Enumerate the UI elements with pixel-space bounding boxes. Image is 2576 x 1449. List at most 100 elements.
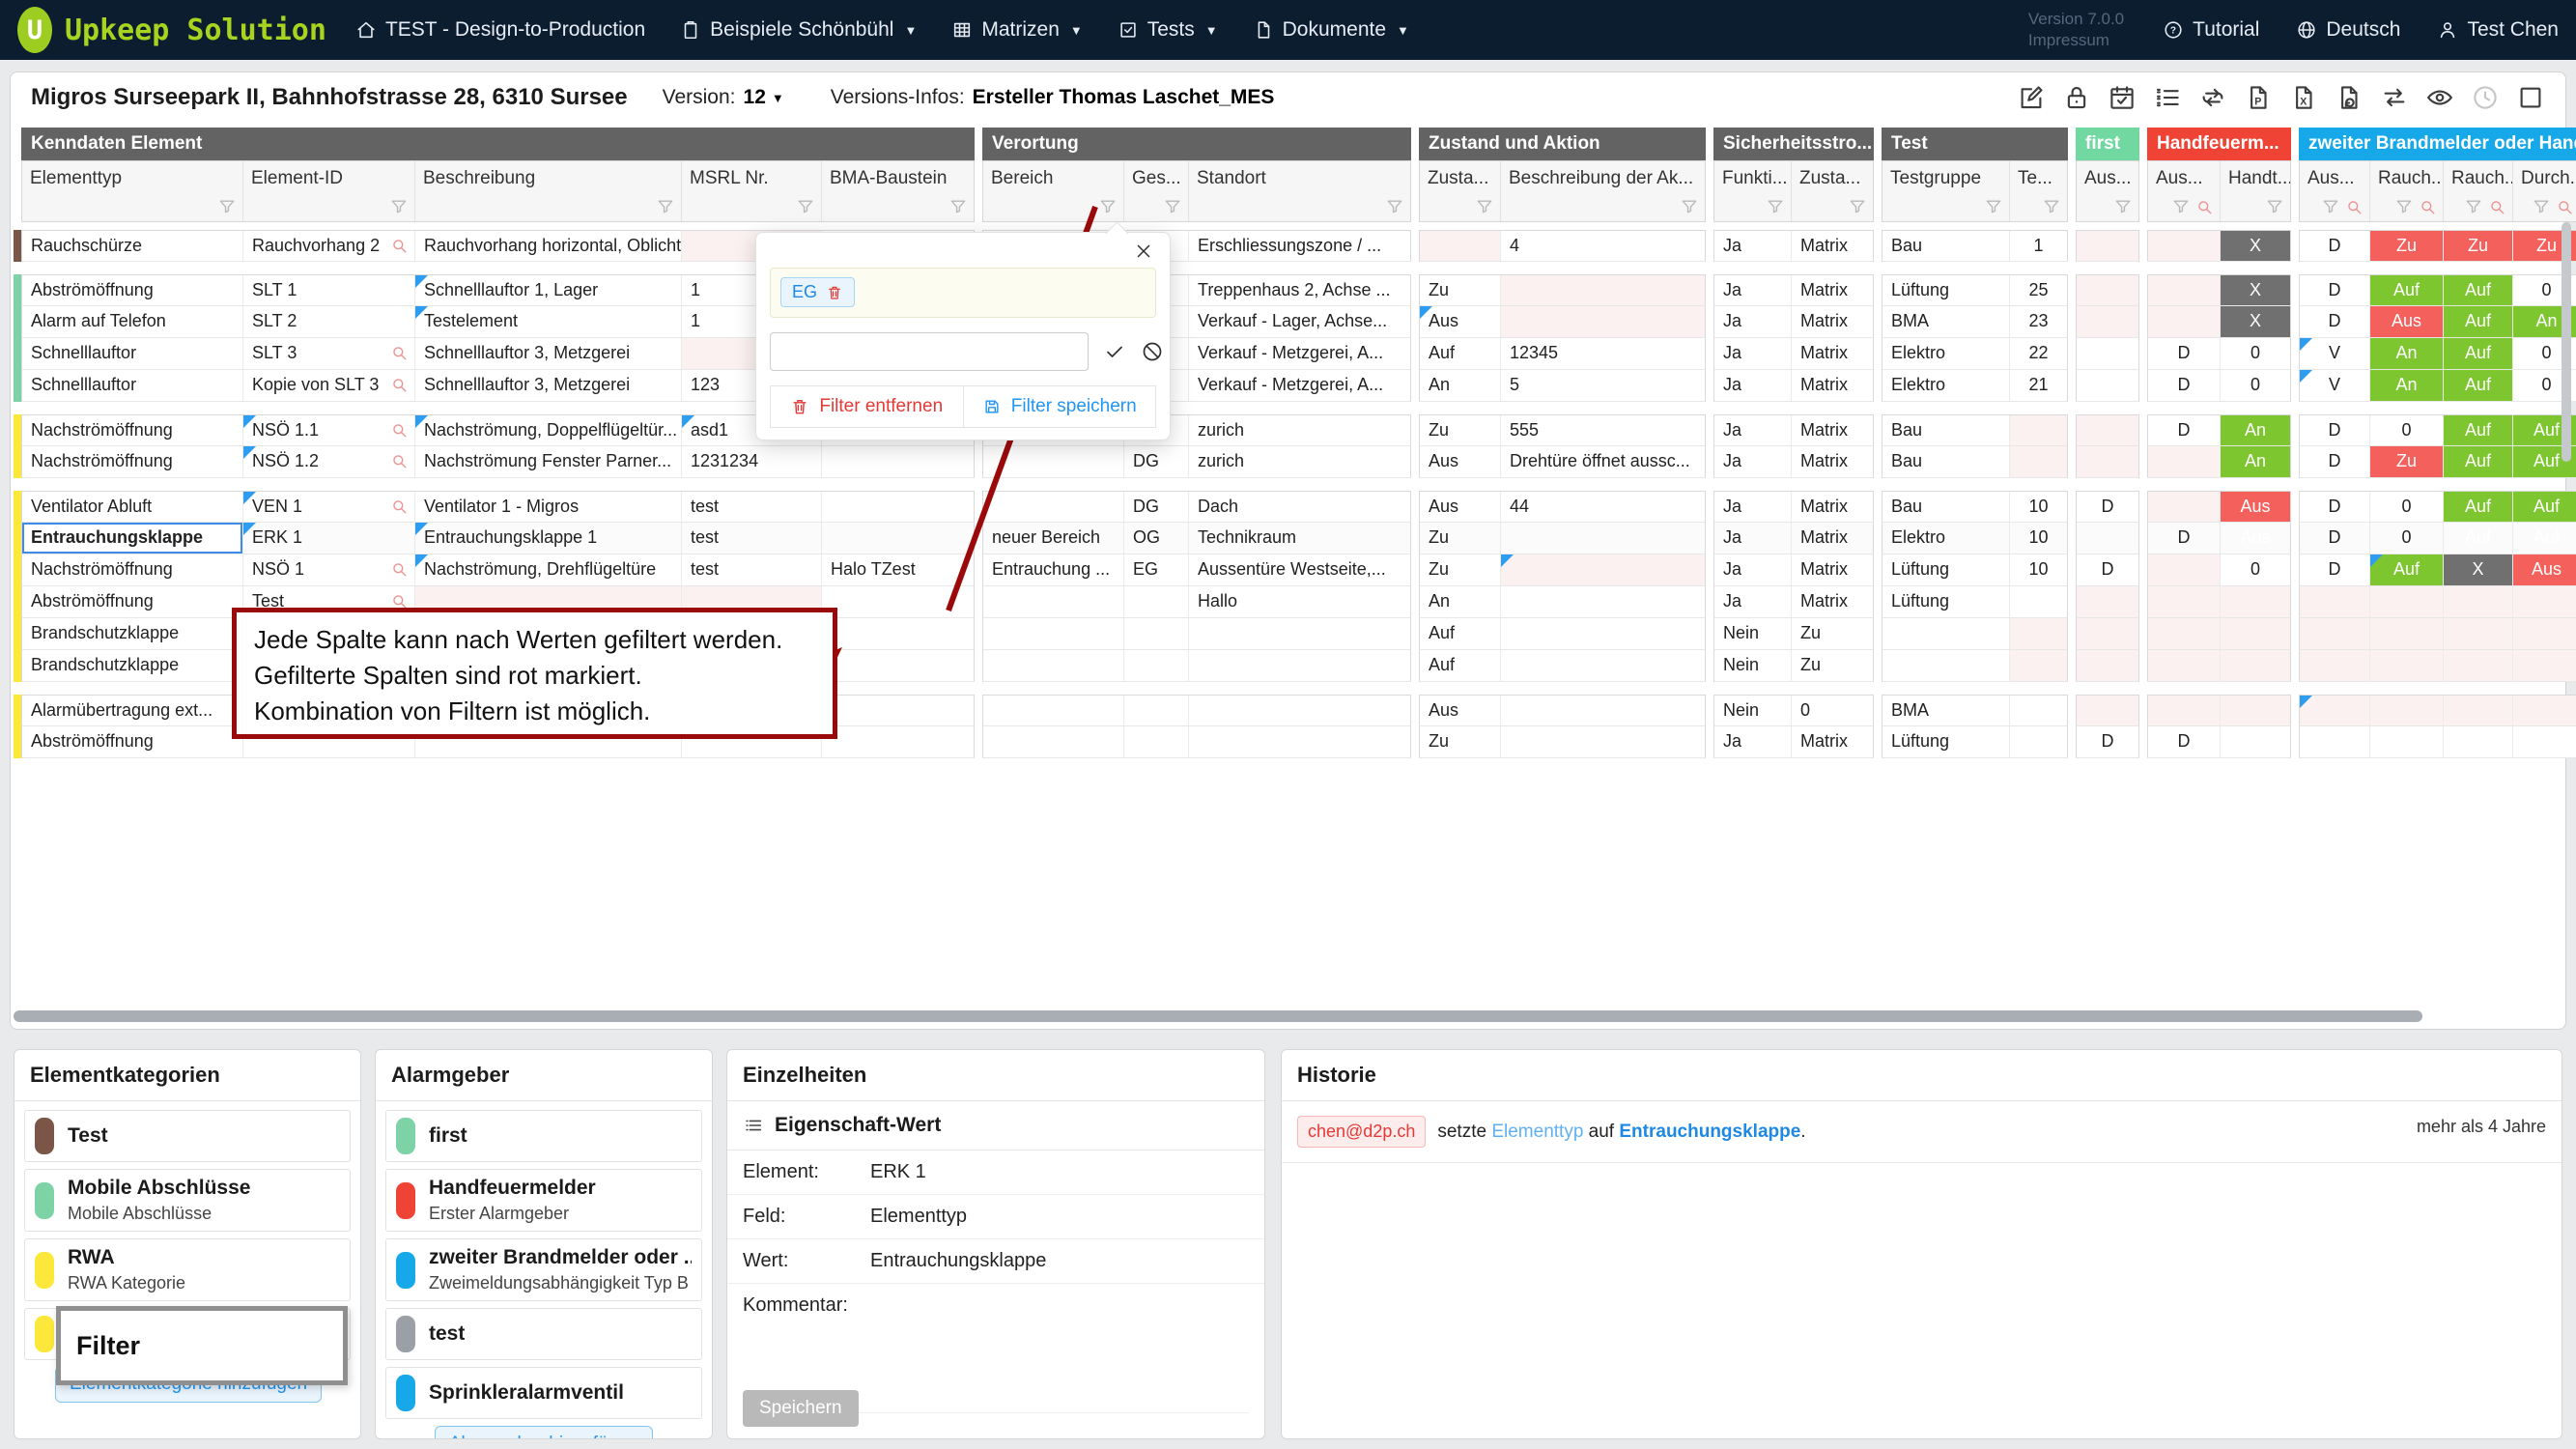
table-cell[interactable]: D — [2300, 415, 2369, 445]
table-cell[interactable] — [821, 726, 974, 757]
table-cell[interactable] — [1500, 650, 1705, 681]
file-refresh-icon[interactable] — [2335, 83, 2364, 112]
table-cell[interactable]: Ja — [1714, 306, 1791, 337]
table-cell[interactable]: BMA — [1882, 306, 2009, 337]
table-cell[interactable]: 21 — [2009, 370, 2067, 401]
table-cell[interactable] — [1420, 231, 1500, 261]
table-cell[interactable]: Auf — [2443, 446, 2512, 477]
table-cell[interactable]: Nein — [1714, 696, 1791, 725]
table-cell[interactable] — [2077, 415, 2138, 445]
table-cell[interactable]: 0 — [2220, 338, 2290, 369]
table-cell[interactable]: NSÖ 1.1 — [242, 415, 414, 445]
table-cell[interactable]: Auf — [2443, 306, 2512, 337]
table-cell[interactable] — [2220, 650, 2290, 681]
table-cell[interactable] — [2148, 650, 2220, 681]
table-cell[interactable]: Brandschutzklappe — [22, 618, 242, 649]
table-cell[interactable]: Ja — [1714, 726, 1791, 757]
table-cell[interactable]: An — [2220, 415, 2290, 445]
table-cell[interactable]: Auf — [2369, 554, 2443, 585]
table-cell[interactable]: Ja — [1714, 523, 1791, 554]
table-cell[interactable] — [821, 696, 974, 725]
search-icon[interactable] — [2195, 198, 2214, 216]
topbar-action-1[interactable]: Deutsch — [2296, 18, 2400, 42]
table-cell[interactable]: Auf — [1420, 338, 1500, 369]
table-cell[interactable]: Ventilator Abluft — [22, 492, 242, 522]
table-cell[interactable]: Aus — [2220, 492, 2290, 522]
table-cell[interactable] — [983, 586, 1123, 617]
table-cell[interactable]: X — [2220, 275, 2290, 305]
table-cell[interactable]: SLT 2 — [242, 306, 414, 337]
filter-chip[interactable]: EG — [780, 277, 855, 307]
column-header[interactable]: Zusta... — [1791, 161, 1873, 221]
column-header[interactable]: Element-ID — [242, 161, 414, 221]
table-cell[interactable]: test — [681, 523, 821, 554]
brand-name[interactable]: Upkeep Solution — [65, 14, 326, 47]
funnel-icon[interactable] — [389, 197, 409, 216]
speichern-button[interactable]: Speichern — [743, 1390, 859, 1427]
table-cell[interactable]: Ventilator 1 - Migros — [414, 492, 681, 522]
table-cell[interactable]: Schnelllauftor 1, Lager — [414, 275, 681, 305]
table-cell[interactable]: Auf — [2443, 492, 2512, 522]
table-cell[interactable]: 0 — [2220, 370, 2290, 401]
clock-icon[interactable] — [2471, 83, 2500, 112]
table-cell[interactable]: Lüftung — [1882, 726, 2009, 757]
table-cell[interactable] — [2077, 696, 2138, 725]
table-cell[interactable]: 22 — [2009, 338, 2067, 369]
table-cell[interactable]: D — [2077, 726, 2138, 757]
table-cell[interactable]: Ja — [1714, 338, 1791, 369]
clear-filter-icon[interactable] — [1141, 340, 1164, 363]
column-header[interactable]: BMA-Baustein — [821, 161, 974, 221]
funnel-icon[interactable] — [2464, 197, 2483, 216]
table-cell[interactable]: An — [1420, 586, 1500, 617]
table-cell[interactable]: Bau — [1882, 231, 2009, 261]
table-cell[interactable]: X — [2443, 554, 2512, 585]
table-cell[interactable] — [2300, 586, 2369, 617]
table-cell[interactable] — [1500, 523, 1705, 554]
table-cell[interactable]: test — [681, 492, 821, 522]
column-header[interactable]: Durch... — [2512, 161, 2576, 221]
table-cell[interactable] — [821, 523, 974, 554]
column-header[interactable]: MSRL Nr. — [681, 161, 821, 221]
table-cell[interactable] — [2009, 446, 2067, 477]
table-cell[interactable]: Zu — [1420, 523, 1500, 554]
table-cell[interactable]: X — [2220, 231, 2290, 261]
table-cell[interactable]: Aussentüre Westseite,... — [1188, 554, 1410, 585]
column-header[interactable]: Elementtyp — [22, 161, 242, 221]
table-cell[interactable] — [2512, 618, 2576, 649]
table-cell[interactable] — [2443, 586, 2512, 617]
table-cell[interactable] — [2148, 231, 2220, 261]
table-cell[interactable]: 0 — [1791, 696, 1873, 725]
table-cell[interactable]: Nein — [1714, 618, 1791, 649]
table-cell[interactable] — [1882, 618, 2009, 649]
table-cell[interactable]: Auf — [1420, 618, 1500, 649]
table-cell[interactable] — [2369, 618, 2443, 649]
table-cell[interactable]: Erschliessungszone / ... — [1188, 231, 1410, 261]
file-pdf-icon[interactable]: P — [2244, 83, 2273, 112]
table-cell[interactable] — [2512, 650, 2576, 681]
table-cell[interactable] — [2077, 618, 2138, 649]
column-header[interactable]: Funkti... — [1714, 161, 1791, 221]
table-cell[interactable]: Treppenhaus 2, Achse ... — [1188, 275, 1410, 305]
table-cell[interactable]: Matrix — [1791, 338, 1873, 369]
table-cell[interactable] — [2148, 492, 2220, 522]
table-cell[interactable]: An — [2369, 370, 2443, 401]
table-cell[interactable]: 0 — [2369, 492, 2443, 522]
search-icon[interactable] — [390, 237, 409, 255]
table-cell[interactable]: 1 — [2009, 231, 2067, 261]
table-cell[interactable] — [2369, 586, 2443, 617]
table-cell[interactable] — [2512, 586, 2576, 617]
table-cell[interactable]: Alarm auf Telefon — [22, 306, 242, 337]
table-cell[interactable]: 0 — [2220, 554, 2290, 585]
funnel-icon[interactable] — [2532, 197, 2551, 216]
table-cell[interactable] — [2077, 650, 2138, 681]
table-cell[interactable] — [821, 492, 974, 522]
search-icon[interactable] — [390, 497, 409, 516]
table-cell[interactable]: D — [2077, 492, 2138, 522]
table-cell[interactable] — [1188, 650, 1410, 681]
table-cell[interactable]: Aus — [1420, 306, 1500, 337]
table-cell[interactable]: Auf — [2443, 523, 2512, 554]
table-cell[interactable]: Nachströmung Fenster Parner... — [414, 446, 681, 477]
table-cell[interactable]: Auf — [2443, 275, 2512, 305]
table-cell[interactable] — [2220, 726, 2290, 757]
table-cell[interactable]: D — [2300, 306, 2369, 337]
